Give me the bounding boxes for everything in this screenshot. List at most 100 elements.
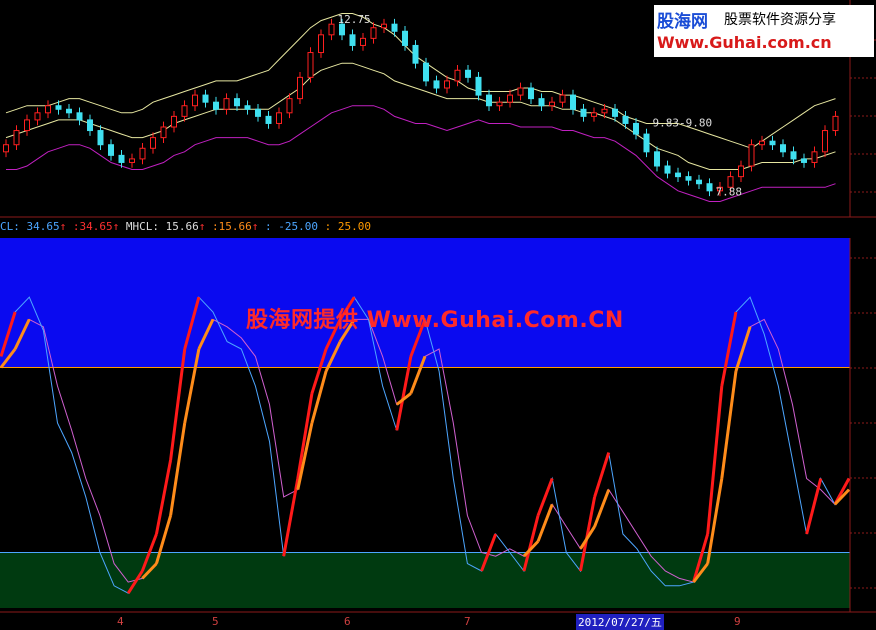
candle-body	[423, 62, 429, 82]
price-annotation: 7.88	[716, 186, 743, 199]
candle-body	[150, 137, 156, 149]
candle-body	[139, 147, 146, 160]
candle-body	[486, 94, 492, 107]
candle-body	[97, 130, 104, 146]
candle-body	[202, 94, 209, 103]
candle-body	[307, 52, 314, 78]
x-label: 6	[344, 615, 351, 628]
mhcl-rising-segment	[720, 371, 738, 479]
candle-body	[244, 105, 251, 110]
candle-body	[528, 87, 534, 100]
candle-body	[444, 80, 450, 89]
candle-body	[402, 30, 408, 46]
logo-url: Www.Guhai.com.cn	[657, 33, 832, 52]
candle-body	[580, 108, 587, 117]
candle-body	[286, 98, 293, 114]
candle-body	[265, 115, 272, 124]
candle-body	[706, 183, 713, 192]
candle-body	[129, 158, 135, 163]
x-label: 5	[212, 615, 219, 628]
candle-body	[297, 76, 303, 100]
candle-body	[66, 108, 72, 114]
legend-mhcl: MHCL: 15.66	[125, 220, 199, 233]
candle-body	[24, 119, 30, 132]
candle-body	[349, 34, 356, 46]
candle-body	[654, 151, 660, 167]
candle-body	[633, 122, 639, 135]
candle-body	[832, 115, 839, 132]
legend-cl-value: :34.65	[72, 220, 113, 233]
candle-body	[433, 80, 440, 89]
candle-body	[685, 176, 692, 181]
candle-body	[318, 34, 324, 54]
price-annotation: 12.75	[338, 13, 371, 26]
candle-body	[391, 23, 398, 32]
zone-band	[0, 552, 850, 608]
price-annotation: 9.83-9.80	[653, 116, 713, 129]
candle-body	[181, 105, 188, 117]
cl-rising-segment	[706, 385, 724, 535]
candle-body	[769, 140, 776, 146]
candle-body	[591, 112, 597, 117]
legend-up-arrow-icon: ↑	[198, 220, 206, 233]
candle-body	[696, 179, 702, 185]
candle-body	[465, 69, 471, 78]
candle-body	[475, 76, 482, 96]
candle-body	[780, 144, 786, 153]
candle-body	[223, 98, 230, 110]
candle-body	[790, 151, 797, 160]
candle-body	[748, 144, 755, 167]
candle-body	[538, 98, 545, 107]
candle-body	[811, 151, 818, 163]
candle-body	[87, 119, 93, 132]
candle-body	[381, 23, 387, 29]
candle-body	[108, 144, 114, 156]
legend-up-arrow-icon: ↑	[112, 220, 120, 233]
candle-body	[507, 94, 513, 103]
candle-body	[601, 108, 608, 114]
x-label: 9	[734, 615, 741, 628]
candle-body	[13, 130, 20, 146]
candle-body	[643, 133, 650, 153]
cl-rising-segment	[805, 478, 823, 535]
candle-body	[118, 154, 125, 163]
candle-body	[496, 101, 503, 107]
candle-body	[517, 87, 524, 96]
logo-tagline: 股票软件资源分享	[724, 12, 836, 28]
candle-body	[454, 69, 461, 82]
legend-mhcl-value: :15.66	[211, 220, 252, 233]
candle-body	[622, 115, 629, 124]
mhcl-rising-segment	[310, 370, 328, 424]
candle-body	[664, 165, 671, 174]
candle-body	[76, 112, 83, 121]
candle-body	[412, 44, 419, 64]
candle-body	[570, 94, 576, 110]
candle-body	[328, 23, 335, 36]
watermark: 股海网提供 Www.Guhai.Com.CN	[246, 308, 624, 333]
legend-cl: CL: 34.65	[0, 220, 60, 233]
candle-body	[3, 144, 9, 153]
legend-up-arrow-icon: ↑	[59, 220, 67, 233]
logo-site-name: 股海网	[657, 12, 708, 32]
candle-body	[738, 165, 744, 178]
candle-body	[360, 37, 366, 46]
cl-rising-segment	[593, 452, 611, 498]
candle-body	[55, 105, 62, 110]
candle-body	[759, 140, 765, 146]
oscillator-panel	[0, 238, 876, 613]
candle-body	[370, 27, 377, 39]
x-label: 4	[117, 615, 124, 628]
cl-rising-segment	[282, 478, 300, 557]
site-logo: 股海网 股票软件资源分享 Www.Guhai.com.cn	[654, 5, 874, 57]
candle-body	[213, 101, 219, 110]
candle-body	[45, 105, 51, 114]
legend-upper-line: : 25.00	[324, 220, 371, 233]
candle-body	[612, 108, 618, 117]
candle-body	[276, 112, 282, 124]
legend-up-arrow-icon: ↑	[251, 220, 259, 233]
candle-body	[192, 94, 198, 107]
candle-body	[34, 112, 41, 121]
candle-body	[160, 126, 167, 139]
candle-body	[822, 130, 828, 153]
candle-body	[234, 98, 240, 107]
